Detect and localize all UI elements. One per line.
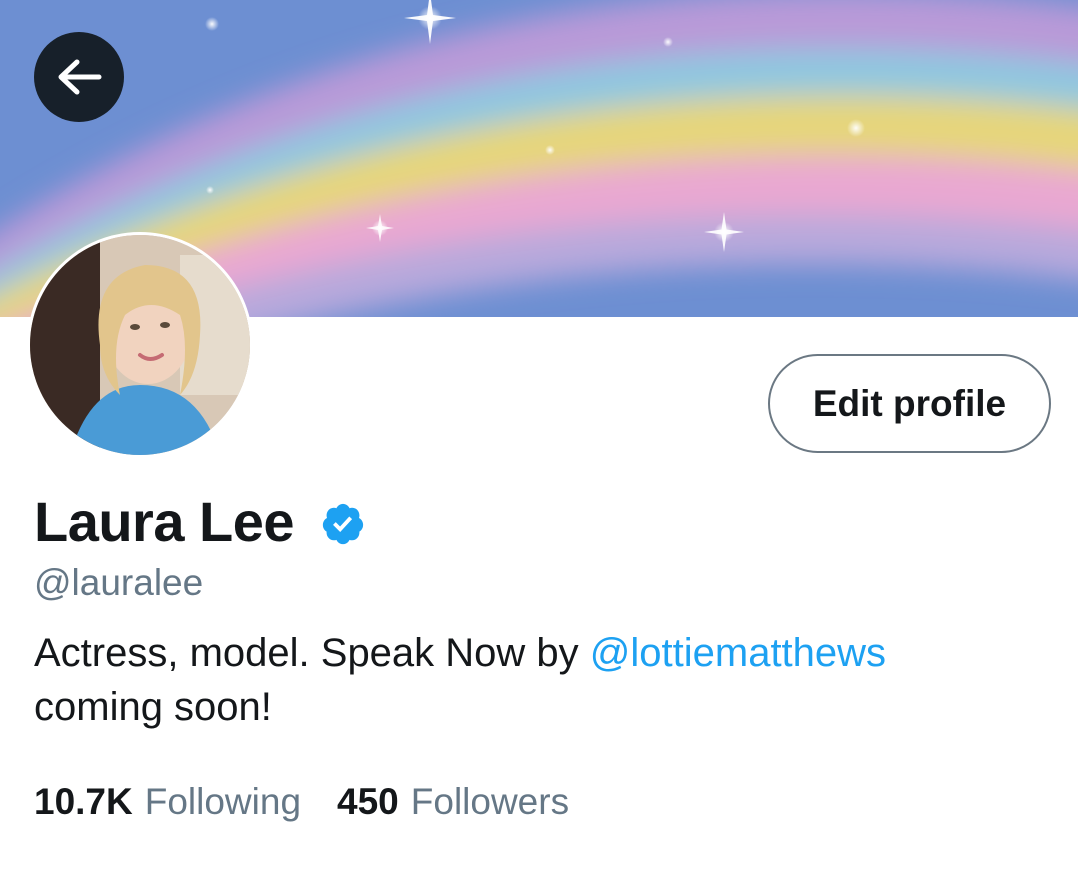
followers-stat[interactable]: 450 Followers <box>337 778 569 826</box>
back-button[interactable] <box>34 32 124 122</box>
following-label: Following <box>144 781 302 822</box>
following-stat[interactable]: 10.7K Following <box>34 778 301 826</box>
following-count: 10.7K <box>34 781 133 822</box>
profile-avatar[interactable] <box>27 232 253 458</box>
user-handle: @lauralee <box>34 562 204 603</box>
bio-text: Actress, model. Speak Now by <box>34 631 590 675</box>
edit-profile-button[interactable]: Edit profile <box>768 354 1051 453</box>
profile-bio: Actress, model. Speak Now by @lottiematt… <box>34 626 1034 734</box>
verified-badge-icon <box>322 503 364 545</box>
display-name: Laura Lee <box>34 490 295 553</box>
profile-page: Edit profile Laura Lee @lauralee Actress… <box>0 0 1078 875</box>
followers-label: Followers <box>410 781 570 822</box>
arrow-left-icon <box>58 59 102 95</box>
bio-text-continued: coming soon! <box>34 685 272 729</box>
profile-name-row: Laura Lee <box>34 488 366 556</box>
profile-stats: 10.7K Following 450 Followers <box>34 778 569 826</box>
edit-profile-label: Edit profile <box>812 382 1007 424</box>
bio-mention-link[interactable]: @lottiematthews <box>590 631 886 675</box>
avatar-photo <box>30 235 250 455</box>
followers-count: 450 <box>337 781 399 822</box>
